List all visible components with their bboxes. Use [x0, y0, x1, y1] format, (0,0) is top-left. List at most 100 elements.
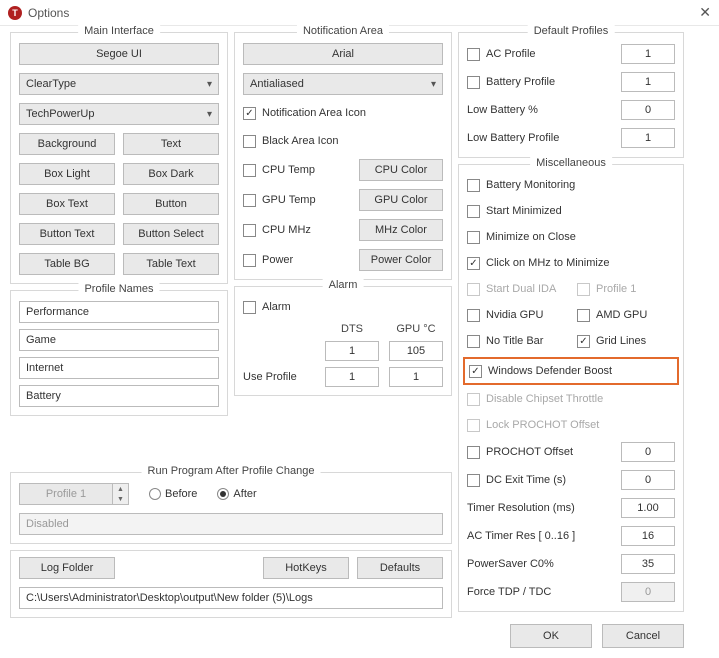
battery-monitoring-check[interactable]: Battery Monitoring	[467, 175, 675, 195]
timer-resolution-label: Timer Resolution (ms)	[467, 502, 575, 514]
black-area-icon-check[interactable]: Black Area Icon	[243, 131, 443, 151]
font-button[interactable]: Segoe UI	[19, 43, 219, 65]
checkbox-icon	[467, 179, 480, 192]
force-tdp-value: 0	[621, 582, 675, 602]
before-radio[interactable]: Before	[149, 488, 197, 500]
box-light-button[interactable]: Box Light	[19, 163, 115, 185]
log-folder-button[interactable]: Log Folder	[19, 557, 115, 579]
power-color-button[interactable]: Power Color	[359, 249, 443, 271]
box-dark-button[interactable]: Box Dark	[123, 163, 219, 185]
battery-profile-value[interactable]: 1	[621, 72, 675, 92]
start-dual-ida-check: Start Dual IDA	[467, 279, 565, 299]
chevron-down-icon: ▼	[113, 494, 128, 504]
low-battery-pct-value[interactable]: 0	[621, 100, 675, 120]
rendering-value: ClearType	[26, 78, 76, 90]
profile-name-1[interactable]: Game	[19, 329, 219, 351]
chevron-down-icon: ▾	[431, 79, 436, 90]
low-battery-profile-label: Low Battery Profile	[467, 132, 559, 144]
dc-exit-time-check[interactable]: DC Exit Time (s)	[467, 470, 566, 490]
dc-exit-time-value[interactable]: 0	[621, 470, 675, 490]
window-title: Options	[28, 6, 69, 20]
ok-button[interactable]: OK	[510, 624, 592, 648]
power-check[interactable]: Power	[243, 250, 293, 270]
click-mhz-minimize-check[interactable]: Click on MHz to Minimize	[467, 253, 675, 273]
chevron-up-icon: ▲	[113, 484, 128, 494]
amd-gpu-check[interactable]: AMD GPU	[577, 305, 675, 325]
use-profile-dts[interactable]: 1	[325, 367, 379, 387]
profile-name-0[interactable]: Performance	[19, 301, 219, 323]
windows-defender-boost-check[interactable]: Windows Defender Boost	[469, 361, 673, 381]
defaults-button[interactable]: Defaults	[357, 557, 443, 579]
radio-icon	[149, 488, 161, 500]
titlebar: T Options ✕	[0, 0, 719, 26]
button-select-button[interactable]: Button Select	[123, 223, 219, 245]
powersaver-c0-value[interactable]: 35	[621, 554, 675, 574]
prochot-offset-value[interactable]: 0	[621, 442, 675, 462]
notif-rendering-value: Antialiased	[250, 78, 304, 90]
use-profile-gpu[interactable]: 1	[389, 367, 443, 387]
box-text-button[interactable]: Box Text	[19, 193, 115, 215]
nvidia-gpu-check[interactable]: Nvidia GPU	[467, 305, 565, 325]
dts-header: DTS	[325, 323, 379, 335]
lock-prochot-offset-check: Lock PROCHOT Offset	[467, 415, 675, 435]
ac-profile-check[interactable]: AC Profile	[467, 44, 536, 64]
group-title: Notification Area	[297, 25, 389, 37]
start-minimized-check[interactable]: Start Minimized	[467, 201, 675, 221]
profile-name-2[interactable]: Internet	[19, 357, 219, 379]
after-radio[interactable]: After	[217, 488, 256, 500]
table-text-button[interactable]: Table Text	[123, 253, 219, 275]
theme-select[interactable]: TechPowerUp ▾	[19, 103, 219, 125]
gpu-temp-check[interactable]: GPU Temp	[243, 190, 316, 210]
powersaver-c0-label: PowerSaver C0%	[467, 558, 554, 570]
checkbox-icon	[243, 224, 256, 237]
battery-profile-check[interactable]: Battery Profile	[467, 72, 555, 92]
notif-rendering-select[interactable]: Antialiased ▾	[243, 73, 443, 95]
spinner-arrows[interactable]: ▲▼	[113, 483, 129, 505]
close-icon[interactable]: ✕	[699, 4, 711, 21]
mhz-color-button[interactable]: MHz Color	[359, 219, 443, 241]
default-profiles-group: Default Profiles AC Profile1 Battery Pro…	[458, 32, 684, 158]
radio-icon	[217, 488, 229, 500]
grid-lines-check[interactable]: Grid Lines	[577, 331, 675, 351]
log-group: Log Folder HotKeys Defaults C:\Users\Adm…	[10, 550, 452, 618]
button-text-button[interactable]: Button Text	[19, 223, 115, 245]
table-bg-button[interactable]: Table BG	[19, 253, 115, 275]
cpu-mhz-check[interactable]: CPU MHz	[243, 220, 311, 240]
checkbox-icon	[243, 254, 256, 267]
cancel-button[interactable]: Cancel	[602, 624, 684, 648]
theme-value: TechPowerUp	[26, 108, 94, 120]
button-button[interactable]: Button	[123, 193, 219, 215]
profile-name-3[interactable]: Battery	[19, 385, 219, 407]
cpu-temp-check[interactable]: CPU Temp	[243, 160, 315, 180]
checkbox-icon	[467, 205, 480, 218]
dts-value[interactable]: 1	[325, 341, 379, 361]
alarm-check[interactable]: Alarm	[243, 297, 443, 317]
hotkeys-button[interactable]: HotKeys	[263, 557, 349, 579]
ac-timer-res-value[interactable]: 16	[621, 526, 675, 546]
background-button[interactable]: Background	[19, 133, 115, 155]
notif-font-button[interactable]: Arial	[243, 43, 443, 65]
cpu-color-button[interactable]: CPU Color	[359, 159, 443, 181]
checkbox-icon	[577, 335, 590, 348]
group-title: Main Interface	[78, 25, 160, 37]
low-battery-profile-value[interactable]: 1	[621, 128, 675, 148]
no-title-bar-check[interactable]: No Title Bar	[467, 331, 565, 351]
rendering-select[interactable]: ClearType ▾	[19, 73, 219, 95]
gpu-color-button[interactable]: GPU Color	[359, 189, 443, 211]
ac-profile-value[interactable]: 1	[621, 44, 675, 64]
notif-area-icon-check[interactable]: Notification Area Icon	[243, 103, 443, 123]
text-button[interactable]: Text	[123, 133, 219, 155]
chevron-down-icon: ▾	[207, 79, 212, 90]
group-title: Miscellaneous	[530, 157, 612, 169]
main-interface-group: Main Interface Segoe UI ClearType▾ TechP…	[10, 32, 228, 284]
timer-resolution-value[interactable]: 1.00	[621, 498, 675, 518]
miscellaneous-group: Miscellaneous Battery Monitoring Start M…	[458, 164, 684, 612]
gpu-value[interactable]: 105	[389, 341, 443, 361]
group-title: Alarm	[323, 279, 364, 291]
log-path[interactable]: C:\Users\Administrator\Desktop\output\Ne…	[19, 587, 443, 609]
minimize-on-close-check[interactable]: Minimize on Close	[467, 227, 675, 247]
prochot-offset-check[interactable]: PROCHOT Offset	[467, 442, 573, 462]
notification-area-group: Notification Area Arial Antialiased▾ Not…	[234, 32, 452, 280]
run-after-profile-select[interactable]: Profile 1	[19, 483, 113, 505]
chevron-down-icon: ▾	[207, 109, 212, 120]
